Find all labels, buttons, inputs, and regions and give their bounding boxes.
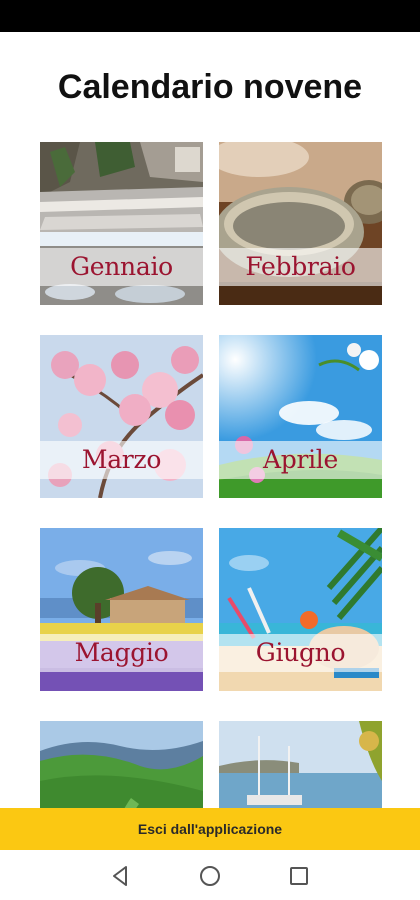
month-tile-aprile[interactable]: Aprile [219,335,382,498]
month-label: Marzo [81,445,162,474]
month-tile-giugno[interactable]: Giugno [219,528,382,691]
month-label: Febbraio [245,252,356,281]
back-triangle-icon[interactable] [108,863,134,889]
month-tile-8[interactable] [219,721,382,808]
page-title: Calendario novene [57,68,363,106]
month-label: Maggio [74,638,169,667]
month-tile-febbraio[interactable]: Febbraio [219,142,382,305]
recents-square-icon[interactable] [286,863,312,889]
month-tile-gennaio[interactable]: Gennaio [40,142,203,305]
month-label: Giugno [255,638,346,667]
system-nav-bar [0,850,420,900]
month-label: Gennaio [70,252,173,281]
green-valley-icon [40,721,203,808]
month-label: Aprile [263,445,338,474]
month-tile-marzo[interactable]: Marzo [40,335,203,498]
month-grid: Calendario novene Gennaio Febbraio Marzo… [0,0,420,808]
exit-app-button[interactable]: Esci dall'applicazione [0,808,420,850]
month-tile-maggio[interactable]: Maggio [40,528,203,691]
home-circle-icon[interactable] [197,863,223,889]
harbor-icon [219,721,382,808]
month-tile-7[interactable] [40,721,203,808]
